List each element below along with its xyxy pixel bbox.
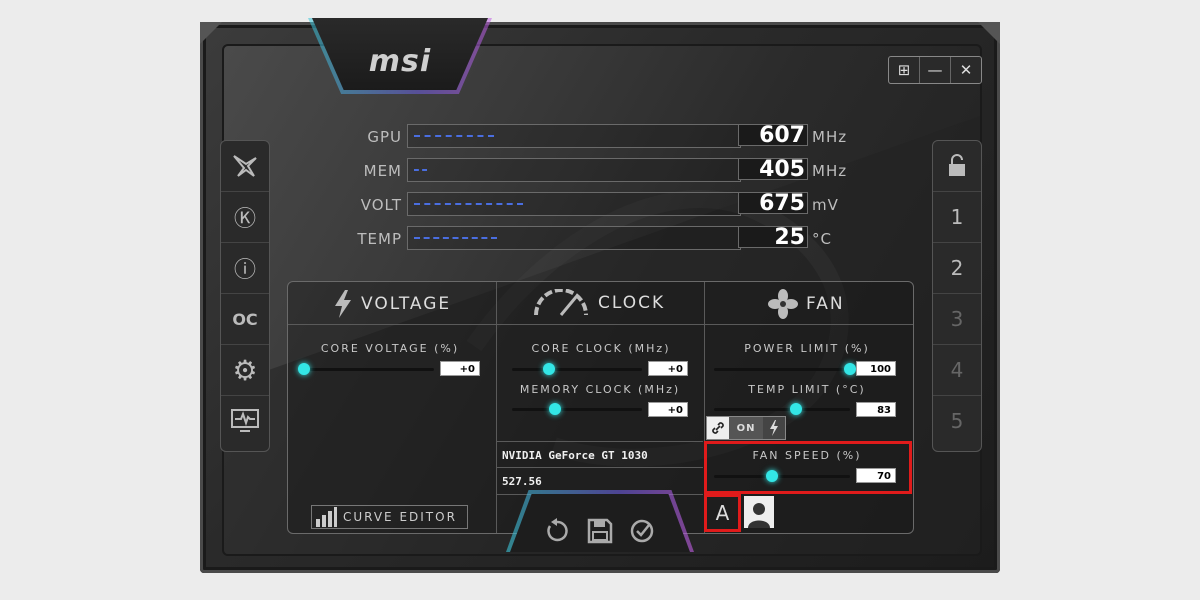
clock-title-text: CLOCK — [598, 293, 666, 313]
power-limit-label: POWER LIMIT (%) — [744, 342, 870, 355]
link-icon[interactable] — [707, 417, 729, 439]
profile-1-button[interactable]: 1 — [933, 192, 981, 243]
monitor-bar-fill — [414, 135, 494, 139]
bar-chart-icon — [316, 507, 337, 527]
voltage-section-title: VOLTAGE — [333, 289, 451, 319]
monitor-bar-fill — [414, 169, 427, 173]
corner-decoration — [978, 22, 1000, 44]
monitor-bar-fill — [414, 203, 523, 207]
monitor-unit: °C — [812, 230, 832, 248]
window-controls: ⊞ — ✕ — [888, 56, 982, 84]
link-toggle: ON — [706, 416, 786, 440]
memory-clock-slider-knob[interactable] — [549, 403, 561, 415]
fan-user-button[interactable] — [744, 496, 774, 528]
memory-clock-label: MEMORY CLOCK (MHz) — [519, 383, 681, 396]
minimize-button[interactable]: — — [919, 57, 950, 83]
monitor-label: VOLT — [360, 196, 402, 214]
curve-editor-label: CURVE EDITOR — [343, 510, 457, 524]
core-voltage-slider-knob[interactable] — [298, 363, 310, 375]
column-divider — [496, 282, 497, 533]
reset-icon[interactable] — [543, 517, 571, 545]
settings-icon[interactable]: ⚙ — [221, 345, 269, 396]
monitor-bar — [407, 124, 741, 148]
power-limit-slider-knob[interactable] — [844, 363, 856, 375]
lightning-toggle-icon[interactable] — [763, 417, 785, 439]
lock-icon[interactable] — [933, 141, 981, 192]
close-button[interactable]: ✕ — [950, 57, 981, 83]
curve-editor-button[interactable]: CURVE EDITOR — [311, 505, 468, 529]
fan-section-title: FAN — [768, 289, 845, 319]
gpu-name: NVIDIA GeForce GT 1030 — [502, 449, 648, 462]
monitoring-icon[interactable] — [221, 396, 269, 446]
kombustor-icon[interactable] — [221, 141, 269, 192]
monitor-value: 25 — [738, 226, 808, 249]
power-limit-track[interactable] — [714, 368, 850, 371]
fan-speed-slider-knob[interactable] — [766, 470, 778, 482]
fan-speed-label: FAN SPEED (%) — [752, 449, 862, 462]
monitor-unit: MHz — [812, 162, 848, 180]
info-icon[interactable]: ⓘ — [221, 243, 269, 294]
temp-limit-value[interactable]: 83 — [856, 402, 896, 417]
apply-icon[interactable] — [628, 517, 656, 545]
temp-limit-slider-knob[interactable] — [790, 403, 802, 415]
msi-logo: msi — [368, 44, 432, 79]
monitor-value: 607 — [738, 124, 808, 147]
gpu-info-divider — [497, 467, 703, 468]
link-on-toggle[interactable]: ON — [729, 417, 763, 439]
core-clock-value[interactable]: +0 — [648, 361, 688, 376]
monitor-bar — [407, 192, 741, 216]
fan-auto-button[interactable]: A — [708, 498, 737, 528]
profile-5-button[interactable]: 5 — [933, 396, 981, 446]
temp-limit-track[interactable] — [714, 408, 850, 411]
driver-version: 527.56 — [502, 475, 542, 488]
gpu-info-divider — [497, 441, 703, 442]
monitor-value: 405 — [738, 158, 808, 181]
temp-limit-label: TEMP LIMIT (°C) — [748, 383, 866, 396]
power-limit-value[interactable]: 100 — [856, 361, 896, 376]
monitor-label: TEMP — [357, 230, 402, 248]
monitor-bar — [407, 226, 741, 250]
monitor-label: MEM — [363, 162, 402, 180]
clock-section-title: CLOCK — [532, 289, 665, 317]
monitor-label: GPU — [367, 128, 402, 146]
left-sidebar: Ⓚ ⓘ OC ⚙ — [220, 140, 270, 452]
monitor-bar — [407, 158, 741, 182]
user-icon — [748, 503, 770, 528]
memory-clock-value[interactable]: +0 — [648, 402, 688, 417]
monitor-unit: MHz — [812, 128, 848, 146]
core-clock-track[interactable] — [512, 368, 642, 371]
profiles-sidebar: 1 2 3 4 5 — [932, 140, 982, 452]
save-icon[interactable] — [586, 517, 614, 545]
monitor-unit: mV — [812, 196, 839, 214]
core-clock-label: CORE CLOCK (MHz) — [531, 342, 671, 355]
oc-scanner-icon[interactable]: OC — [221, 294, 269, 345]
speedometer-icon — [534, 289, 588, 316]
fan-speed-value[interactable]: 70 — [856, 468, 896, 483]
header-divider — [288, 324, 913, 325]
profile-4-button[interactable]: 4 — [933, 345, 981, 396]
profile-3-button[interactable]: 3 — [933, 294, 981, 345]
lightning-icon — [335, 290, 351, 318]
k-boost-icon[interactable]: Ⓚ — [221, 192, 269, 243]
profile-2-button[interactable]: 2 — [933, 243, 981, 294]
monitor-bar-fill — [414, 237, 497, 241]
windows-icon[interactable]: ⊞ — [889, 57, 919, 83]
voltage-title-text: VOLTAGE — [361, 294, 452, 314]
core-voltage-label: CORE VOLTAGE (%) — [320, 342, 460, 355]
core-voltage-value[interactable]: +0 — [440, 361, 480, 376]
fan-icon — [768, 289, 798, 319]
core-voltage-track[interactable] — [304, 368, 434, 371]
core-clock-slider-knob[interactable] — [543, 363, 555, 375]
fan-title-text: FAN — [806, 294, 845, 314]
fan-speed-track[interactable] — [714, 475, 850, 478]
memory-clock-track[interactable] — [512, 408, 642, 411]
monitor-value: 675 — [738, 192, 808, 215]
corner-decoration — [200, 22, 222, 44]
